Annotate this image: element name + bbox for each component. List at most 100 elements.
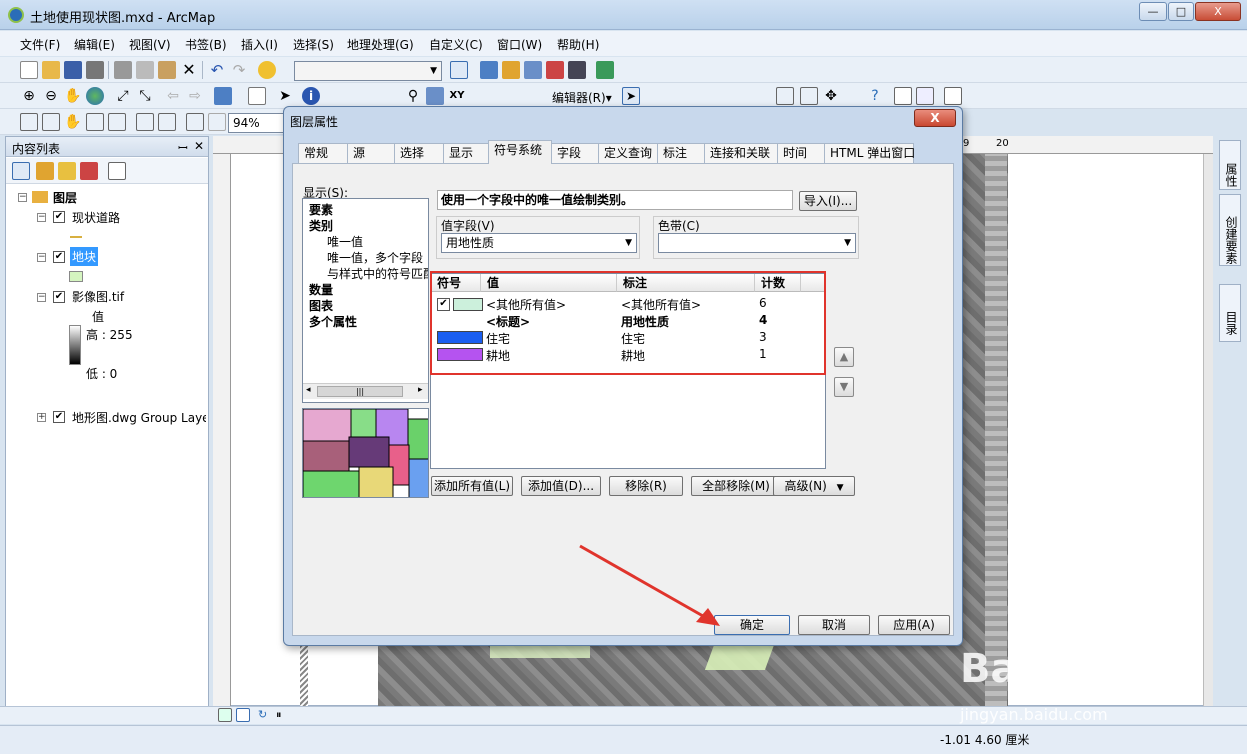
create-features-icon[interactable] (944, 87, 962, 105)
layer-checkbox[interactable]: ✔ (53, 291, 65, 303)
zoom-whole-page-icon[interactable] (86, 113, 104, 131)
import-button[interactable]: 导入(I)... (799, 191, 857, 211)
catalog-icon[interactable] (502, 61, 520, 79)
tab-display[interactable]: 显示 (443, 143, 489, 163)
layout-zoom-in-icon[interactable] (20, 113, 38, 131)
data-view-icon[interactable] (218, 708, 232, 722)
tree-item-unique-values-many-fields[interactable]: 唯一值，多个字段 (327, 249, 423, 266)
layer-checkbox[interactable]: ✔ (53, 411, 65, 423)
tree-hscrollbar[interactable]: ◂ ||| ▸ (303, 383, 428, 399)
layer-name[interactable]: 地形图.dwg Group Layer (72, 409, 206, 426)
list-by-visibility-icon[interactable] (58, 162, 76, 180)
tab-html-popup[interactable]: HTML 弹出窗口 (824, 143, 915, 163)
fixed-zoom-in-layout-icon[interactable] (136, 113, 154, 131)
scale-combo[interactable]: ▼ (294, 61, 442, 81)
fixed-zoom-out-layout-icon[interactable] (158, 113, 176, 131)
menu-selection[interactable]: 选择(S) (293, 36, 334, 53)
tab-fields[interactable]: 字段 (551, 143, 599, 163)
select-features-icon[interactable] (214, 87, 232, 105)
tab-symbology[interactable]: 符号系统 (488, 140, 552, 164)
tree-item-multiple-attributes[interactable]: 多个属性 (309, 313, 357, 330)
tab-definition-query[interactable]: 定义查询 (598, 143, 658, 163)
back-extent-icon[interactable]: ⇦ (164, 87, 182, 105)
move-up-button[interactable]: ▲ (834, 347, 854, 367)
list-by-source-icon[interactable] (36, 162, 54, 180)
menu-help[interactable]: 帮助(H) (557, 36, 599, 53)
side-tab-attributes[interactable]: 属性 (1219, 140, 1241, 190)
tree-item-categories[interactable]: 类别 (309, 217, 333, 234)
reshape-icon[interactable] (800, 87, 818, 105)
refresh-icon[interactable]: ↻ (258, 708, 272, 722)
edit-tool-icon[interactable]: ➤ (622, 87, 640, 105)
tab-source[interactable]: 源 (347, 143, 395, 163)
layout-zoom-out-icon[interactable] (42, 113, 60, 131)
cut-icon[interactable] (114, 61, 132, 79)
undo-icon[interactable]: ↶ (208, 61, 226, 79)
find-route-icon[interactable] (426, 87, 444, 105)
color-ramp-combo[interactable]: ▼ (658, 233, 856, 253)
model-builder-icon[interactable] (596, 61, 614, 79)
paste-icon[interactable] (158, 61, 176, 79)
side-tab-create-features[interactable]: 创建要素 (1219, 194, 1241, 266)
menu-geoprocessing[interactable]: 地理处理(G) (347, 36, 414, 53)
layer-checkbox[interactable]: ✔ (53, 211, 65, 223)
layer-checkbox[interactable]: ✔ (53, 251, 65, 263)
previous-extent-layout-icon[interactable] (186, 113, 204, 131)
menu-bookmarks[interactable]: 书签(B) (185, 36, 227, 53)
scroll-left-icon[interactable]: ◂ (306, 385, 311, 395)
topology-icon[interactable] (776, 87, 794, 105)
toc-options-icon[interactable] (108, 162, 126, 180)
apply-button[interactable]: 应用(A) (878, 615, 950, 635)
pause-drawing-icon[interactable]: ⏸ (276, 708, 290, 722)
pan-icon[interactable]: ✋ (64, 87, 82, 105)
clear-selection-icon[interactable] (248, 87, 266, 105)
next-extent-layout-icon[interactable] (208, 113, 226, 131)
tree-item-features[interactable]: 要素 (309, 201, 333, 218)
layer-name[interactable]: 影像图.tif (72, 288, 124, 305)
delete-icon[interactable]: ✕ (180, 61, 198, 79)
add-values-button[interactable]: 添加值(D)... (521, 476, 601, 496)
tree-item-quantities[interactable]: 数量 (309, 281, 333, 298)
full-extent-icon[interactable] (86, 87, 104, 105)
collapse-icon[interactable]: − (37, 213, 46, 222)
new-document-icon[interactable] (20, 61, 38, 79)
table-icon[interactable] (480, 61, 498, 79)
editor-toolbar-icon[interactable] (450, 61, 468, 79)
arctoolbox-icon[interactable] (546, 61, 564, 79)
advanced-button[interactable]: 高级(N) ▼ (773, 476, 855, 496)
maximize-button[interactable]: □ (1168, 2, 1194, 21)
find-icon[interactable]: ⚲ (404, 87, 422, 105)
zoom-combo[interactable]: 94% (228, 113, 286, 133)
layer-name[interactable]: 现状道路 (72, 209, 120, 226)
tab-selection[interactable]: 选择 (394, 143, 444, 163)
open-folder-icon[interactable] (42, 61, 60, 79)
tab-time[interactable]: 时间 (777, 143, 825, 163)
move-icon[interactable]: ✥ (822, 87, 840, 105)
sketch-properties-icon[interactable] (916, 87, 934, 105)
menu-window[interactable]: 窗口(W) (497, 36, 542, 53)
fixed-zoom-in-icon[interactable]: ⤢ (114, 87, 132, 105)
forward-extent-icon[interactable]: ⇨ (186, 87, 204, 105)
help-icon[interactable]: ? (866, 87, 884, 105)
collapse-icon[interactable]: − (18, 193, 27, 202)
close-button[interactable]: X (1195, 2, 1241, 21)
menu-edit[interactable]: 编辑(E) (74, 36, 115, 53)
add-all-values-button[interactable]: 添加所有值(L) (431, 476, 513, 496)
copy-icon[interactable] (136, 61, 154, 79)
layout-pan-icon[interactable]: ✋ (64, 113, 82, 131)
menu-insert[interactable]: 插入(I) (241, 36, 278, 53)
tree-item-unique-values[interactable]: 唯一值 (327, 233, 363, 250)
python-icon[interactable] (568, 61, 586, 79)
menu-file[interactable]: 文件(F) (20, 36, 60, 53)
scroll-right-icon[interactable]: ▸ (418, 385, 423, 395)
expand-icon[interactable]: + (37, 413, 46, 422)
redo-icon[interactable]: ↷ (230, 61, 248, 79)
value-field-combo[interactable]: 用地性质 ▼ (441, 233, 637, 253)
vertical-scrollbar[interactable] (1203, 154, 1213, 706)
collapse-icon[interactable]: − (37, 293, 46, 302)
tab-joins-relates[interactable]: 连接和关联 (704, 143, 778, 163)
search-window-icon[interactable] (524, 61, 542, 79)
go-to-xy-icon[interactable]: XY (448, 87, 466, 105)
tree-item-charts[interactable]: 图表 (309, 297, 333, 314)
editor-menu[interactable]: 编辑器(R)▾ (552, 89, 612, 106)
